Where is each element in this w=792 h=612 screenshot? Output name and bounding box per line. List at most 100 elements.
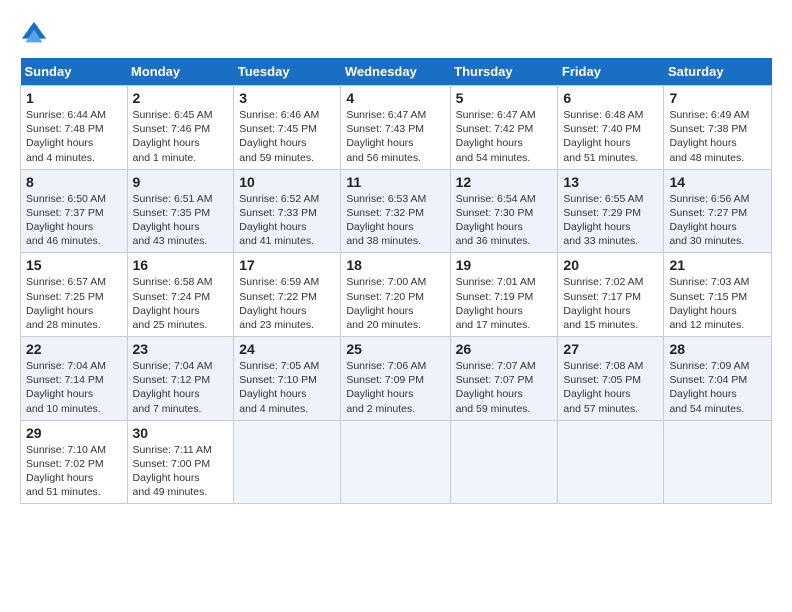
day-cell: 27Sunrise: 7:08 AMSunset: 7:05 PMDayligh… [558, 337, 664, 421]
daylight-minutes: and 10 minutes. [26, 403, 101, 415]
sunset-text: Sunset: 7:00 PM [133, 458, 211, 470]
sunset-text: Sunset: 7:05 PM [563, 374, 641, 386]
daylight-minutes: and 33 minutes. [563, 235, 638, 247]
daylight-text: Daylight hours [346, 388, 413, 400]
sunset-text: Sunset: 7:43 PM [346, 123, 424, 135]
day-info: Sunrise: 6:44 AMSunset: 7:48 PMDaylight … [26, 108, 122, 165]
day-info: Sunrise: 7:02 AMSunset: 7:17 PMDaylight … [563, 275, 658, 332]
daylight-minutes: and 51 minutes. [563, 152, 638, 164]
calendar-table: SundayMondayTuesdayWednesdayThursdayFrid… [20, 58, 772, 504]
sunset-text: Sunset: 7:20 PM [346, 291, 424, 303]
daylight-minutes: and 12 minutes. [669, 319, 744, 331]
day-cell: 20 Sunrise: 7:02 AMSunset: 7:17 PMDayligh… [558, 253, 664, 337]
daylight-text: Daylight hours [563, 137, 630, 149]
sunrise-text: Sunrise: 6:58 AM [133, 276, 213, 288]
day-number: 7 [669, 90, 766, 106]
sunrise-text: Sunrise: 7:05 AM [239, 360, 319, 372]
day-number: 30 [133, 425, 229, 441]
day-number: 21 [669, 257, 766, 273]
daylight-minutes: and 2 minutes. [346, 403, 415, 415]
sunset-text: Sunset: 7:14 PM [26, 374, 104, 386]
sunrise-text: Sunrise: 7:11 AM [133, 444, 212, 456]
daylight-text: Daylight hours [26, 221, 93, 233]
daylight-minutes: and 23 minutes. [239, 319, 314, 331]
col-header-friday: Friday [558, 58, 664, 86]
day-number: 10 [239, 174, 335, 190]
daylight-minutes: and 56 minutes. [346, 152, 421, 164]
daylight-text: Daylight hours [669, 388, 736, 400]
day-cell: 3Sunrise: 6:46 AMSunset: 7:45 PMDaylight… [234, 86, 341, 170]
sunrise-text: Sunrise: 7:00 AM [346, 276, 426, 288]
daylight-text: Daylight hours [133, 221, 200, 233]
day-cell: 29Sunrise: 7:10 AMSunset: 7:02 PMDayligh… [21, 420, 128, 504]
col-header-tuesday: Tuesday [234, 58, 341, 86]
day-cell: 21 Sunrise: 7:03 AMSunset: 7:15 PMDayligh… [664, 253, 772, 337]
sunrise-text: Sunrise: 7:10 AM [26, 444, 106, 456]
day-number: 8 [26, 174, 122, 190]
day-info: Sunrise: 7:08 AMSunset: 7:05 PMDaylight … [563, 359, 658, 416]
sunset-text: Sunset: 7:22 PM [239, 291, 317, 303]
daylight-text: Daylight hours [346, 305, 413, 317]
daylight-minutes: and 17 minutes. [456, 319, 531, 331]
daylight-text: Daylight hours [239, 388, 306, 400]
day-number: 28 [669, 341, 766, 357]
day-info: Sunrise: 6:47 AMSunset: 7:42 PMDaylight … [456, 108, 553, 165]
day-number: 18 [346, 257, 444, 273]
day-info: Sunrise: 6:56 AMSunset: 7:27 PMDaylight … [669, 192, 766, 249]
day-cell: 9Sunrise: 6:51 AMSunset: 7:35 PMDaylight… [127, 169, 234, 253]
daylight-text: Daylight hours [26, 305, 93, 317]
sunrise-text: Sunrise: 7:03 AM [669, 276, 749, 288]
day-info: Sunrise: 6:49 AMSunset: 7:38 PMDaylight … [669, 108, 766, 165]
day-cell: 18 Sunrise: 7:00 AM Sunset: 7:20 PM Dayligh… [341, 253, 450, 337]
sunrise-text: Sunrise: 6:49 AM [669, 109, 749, 121]
sunset-text: Sunset: 7:07 PM [456, 374, 534, 386]
daylight-minutes: and 43 minutes. [133, 235, 208, 247]
day-cell: 13Sunrise: 6:55 AMSunset: 7:29 PMDayligh… [558, 169, 664, 253]
day-number: 22 [26, 341, 122, 357]
sunset-text: Sunset: 7:35 PM [133, 207, 211, 219]
day-info: Sunrise: 6:55 AMSunset: 7:29 PMDaylight … [563, 192, 658, 249]
day-info: Sunrise: 7:04 AMSunset: 7:12 PMDaylight … [133, 359, 229, 416]
day-cell: 19Sunrise: 7:01 AMSunset: 7:19 PMDayligh… [450, 253, 558, 337]
day-info: Sunrise: 7:09 AMSunset: 7:04 PMDaylight … [669, 359, 766, 416]
sunrise-text: Sunrise: 6:56 AM [669, 193, 749, 205]
daylight-minutes: and 30 minutes. [669, 235, 744, 247]
day-number: 19 [456, 257, 553, 273]
sunrise-text: Sunrise: 7:01 AM [456, 276, 536, 288]
day-cell: 17Sunrise: 6:59 AMSunset: 7:22 PMDayligh… [234, 253, 341, 337]
daylight-minutes: and 48 minutes. [669, 152, 744, 164]
sunrise-text: Sunrise: 7:06 AM [346, 360, 426, 372]
daylight-minutes: and 46 minutes. [26, 235, 101, 247]
day-cell: 22Sunrise: 7:04 AMSunset: 7:14 PMDayligh… [21, 337, 128, 421]
day-cell: 23Sunrise: 7:04 AMSunset: 7:12 PMDayligh… [127, 337, 234, 421]
sunrise-text: Sunrise: 7:08 AM [563, 360, 643, 372]
day-cell: 1Sunrise: 6:44 AMSunset: 7:48 PMDaylight… [21, 86, 128, 170]
sunrise-text: Sunrise: 6:46 AM [239, 109, 319, 121]
daylight-minutes: and 7 minutes. [133, 403, 202, 415]
day-cell: 25Sunrise: 7:06 AMSunset: 7:09 PMDayligh… [341, 337, 450, 421]
day-cell: 6Sunrise: 6:48 AMSunset: 7:40 PMDaylight… [558, 86, 664, 170]
day-info: Sunrise: 7:05 AMSunset: 7:10 PMDaylight … [239, 359, 335, 416]
daylight-text: Daylight hours [133, 388, 200, 400]
day-cell: 26Sunrise: 7:07 AMSunset: 7:07 PMDayligh… [450, 337, 558, 421]
day-number: 5 [456, 90, 553, 106]
col-header-sunday: Sunday [21, 58, 128, 86]
day-info: Sunrise: 6:53 AMSunset: 7:32 PMDaylight … [346, 192, 444, 249]
daylight-minutes: and 59 minutes. [239, 152, 314, 164]
sunrise-text: Sunrise: 6:55 AM [563, 193, 643, 205]
day-info: Sunrise: 7:07 AMSunset: 7:07 PMDaylight … [456, 359, 553, 416]
day-number: 20 [563, 257, 658, 273]
sunrise-text: Sunrise: 6:52 AM [239, 193, 319, 205]
sunset-text: Sunset: 7:37 PM [26, 207, 104, 219]
col-header-wednesday: Wednesday [341, 58, 450, 86]
day-info: Sunrise: 7:03 AMSunset: 7:15 PMDaylight … [669, 275, 766, 332]
daylight-minutes: and 25 minutes. [133, 319, 208, 331]
day-number: 4 [346, 90, 444, 106]
sunset-text: Sunset: 7:42 PM [456, 123, 534, 135]
sunrise-text: Sunrise: 6:47 AM [456, 109, 536, 121]
daylight-text: Daylight hours [26, 137, 93, 149]
sunrise-text: Sunrise: 6:47 AM [346, 109, 426, 121]
sunset-text: Sunset: 7:24 PM [133, 291, 211, 303]
sunset-text: Sunset: 7:04 PM [669, 374, 747, 386]
daylight-text: Daylight hours [669, 221, 736, 233]
